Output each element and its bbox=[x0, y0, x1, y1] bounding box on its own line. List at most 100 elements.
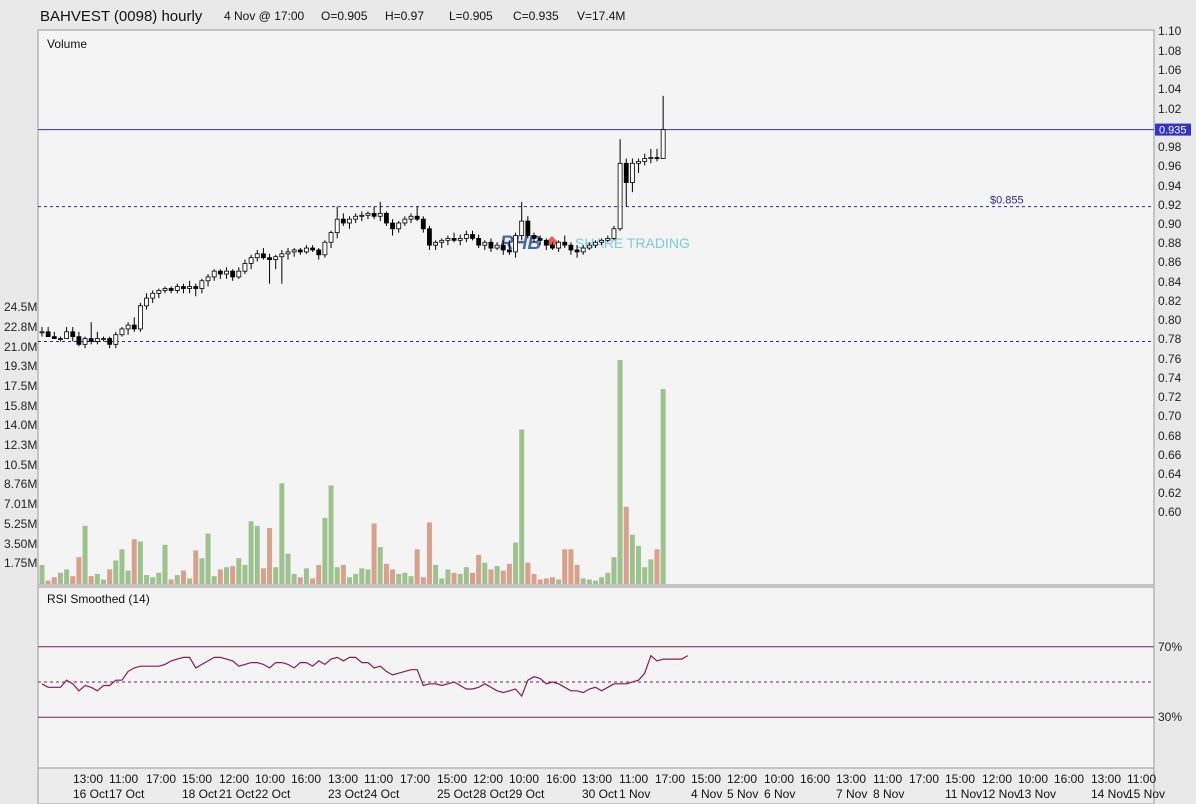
candle-body bbox=[531, 235, 537, 239]
price-chart[interactable]: Volume RSI Smoothed (14) RHB SHARE TRADI… bbox=[0, 0, 1196, 804]
price-tick: 1.04 bbox=[1158, 82, 1182, 96]
candle-body bbox=[593, 241, 598, 246]
time-tick: 13:00 bbox=[582, 772, 612, 786]
candle-body bbox=[144, 297, 149, 307]
time-tick: 15:00 bbox=[437, 772, 467, 786]
volume-tick: 10.5M bbox=[4, 458, 37, 472]
volume-bar bbox=[39, 564, 45, 584]
date-tick: 8 Nov bbox=[873, 787, 904, 801]
price-tick: 0.86 bbox=[1158, 255, 1182, 269]
volume-bar bbox=[285, 553, 291, 584]
price-tick: 1.06 bbox=[1158, 63, 1182, 77]
volume-bar bbox=[137, 541, 143, 584]
candle-body bbox=[279, 253, 285, 258]
candle-body bbox=[365, 212, 371, 216]
candle-body bbox=[433, 241, 439, 246]
price-panel[interactable] bbox=[37, 29, 1155, 586]
volume-tick: 14.0M bbox=[4, 418, 37, 432]
volume-bar bbox=[426, 522, 432, 584]
candle-body bbox=[76, 336, 82, 345]
time-tick: 10:00 bbox=[509, 772, 539, 786]
candle-body bbox=[64, 331, 69, 339]
candle-body bbox=[310, 247, 316, 251]
candle-body bbox=[291, 249, 297, 253]
volume-bar bbox=[482, 562, 488, 584]
time-tick: 16:00 bbox=[291, 772, 321, 786]
price-tick: 0.72 bbox=[1158, 390, 1182, 404]
volume-bar bbox=[297, 577, 303, 584]
volume-bar bbox=[476, 554, 482, 584]
volume-bar bbox=[125, 570, 131, 584]
time-tick: 12:00 bbox=[219, 772, 249, 786]
volume-bar bbox=[180, 570, 186, 584]
volume-bar bbox=[119, 549, 125, 584]
time-tick: 11:00 bbox=[873, 772, 902, 786]
volume-bar bbox=[101, 579, 106, 584]
volume-bar bbox=[347, 577, 352, 584]
date-tick: 15 Nov bbox=[1127, 787, 1165, 801]
volume-tick: 3.50M bbox=[4, 537, 37, 551]
volume-bar bbox=[408, 576, 414, 584]
candle-body bbox=[470, 234, 475, 239]
candle-body bbox=[260, 253, 266, 259]
volume-bar bbox=[365, 569, 371, 584]
volume-bar bbox=[88, 576, 94, 584]
price-tick: 0.76 bbox=[1158, 352, 1182, 366]
candle-body bbox=[113, 334, 119, 345]
price-tick: 0.64 bbox=[1158, 467, 1182, 481]
volume-bar bbox=[156, 572, 162, 584]
price-tick: 0.98 bbox=[1158, 140, 1182, 154]
last-price-tag-label: 0.935 bbox=[1159, 125, 1187, 137]
time-tick: 13:00 bbox=[73, 772, 103, 786]
candle-body bbox=[316, 249, 322, 256]
time-tick: 17:00 bbox=[146, 772, 176, 786]
candle-body bbox=[562, 241, 568, 246]
volume-bar bbox=[310, 578, 316, 584]
candle-body bbox=[611, 228, 617, 239]
volume-bar bbox=[242, 564, 248, 584]
candle-body bbox=[328, 232, 334, 243]
time-tick: 13:00 bbox=[836, 772, 866, 786]
volume-bar bbox=[433, 564, 439, 584]
volume-bar bbox=[420, 577, 426, 584]
volume-bar bbox=[205, 533, 211, 584]
date-tick: 25 Oct bbox=[437, 787, 473, 801]
volume-bar bbox=[593, 580, 598, 584]
price-tick: 0.62 bbox=[1158, 486, 1182, 500]
volume-bar bbox=[414, 549, 420, 584]
volume-bar bbox=[488, 569, 494, 584]
candle-body bbox=[119, 328, 125, 336]
volume-bar bbox=[359, 568, 365, 584]
candle-body bbox=[605, 238, 611, 241]
candle-body bbox=[402, 218, 408, 224]
candle-body bbox=[273, 256, 279, 260]
date-tick: 21 Oct bbox=[219, 787, 255, 801]
candle-body bbox=[371, 212, 377, 217]
volume-bar bbox=[211, 576, 217, 584]
date-tick: 7 Nov bbox=[836, 787, 867, 801]
volume-bar bbox=[131, 539, 137, 584]
candle-body bbox=[101, 338, 106, 340]
date-tick: 16 Oct bbox=[73, 787, 109, 801]
volume-axis: 24.5M 22.8M 21.0M 19.3M 17.5M 15.8M 14.0… bbox=[4, 300, 37, 570]
candle-body bbox=[353, 215, 359, 220]
volume-bar bbox=[224, 567, 229, 584]
price-tick: 0.74 bbox=[1158, 371, 1182, 385]
rsi-panel[interactable] bbox=[37, 586, 1155, 769]
volume-bar bbox=[513, 542, 519, 584]
price-tick: 1.08 bbox=[1158, 44, 1182, 58]
date-tick: 14 Nov bbox=[1091, 787, 1129, 801]
volume-bar bbox=[463, 567, 469, 584]
volume-bar bbox=[76, 557, 82, 584]
candle-body bbox=[408, 215, 414, 220]
date-tick: 11 Nov bbox=[945, 787, 982, 801]
candle-body bbox=[494, 244, 500, 249]
volume-bar bbox=[353, 573, 359, 584]
volume-bar bbox=[383, 563, 389, 584]
volume-tick: 24.5M bbox=[4, 300, 37, 314]
candle-body bbox=[248, 257, 254, 264]
price-tick: 0.66 bbox=[1158, 448, 1182, 462]
price-axis: 1.10 1.08 1.06 1.04 1.02 1.00 0.98 0.96 … bbox=[1158, 24, 1182, 519]
candle-body bbox=[168, 288, 174, 291]
price-tick: 0.82 bbox=[1158, 294, 1182, 308]
